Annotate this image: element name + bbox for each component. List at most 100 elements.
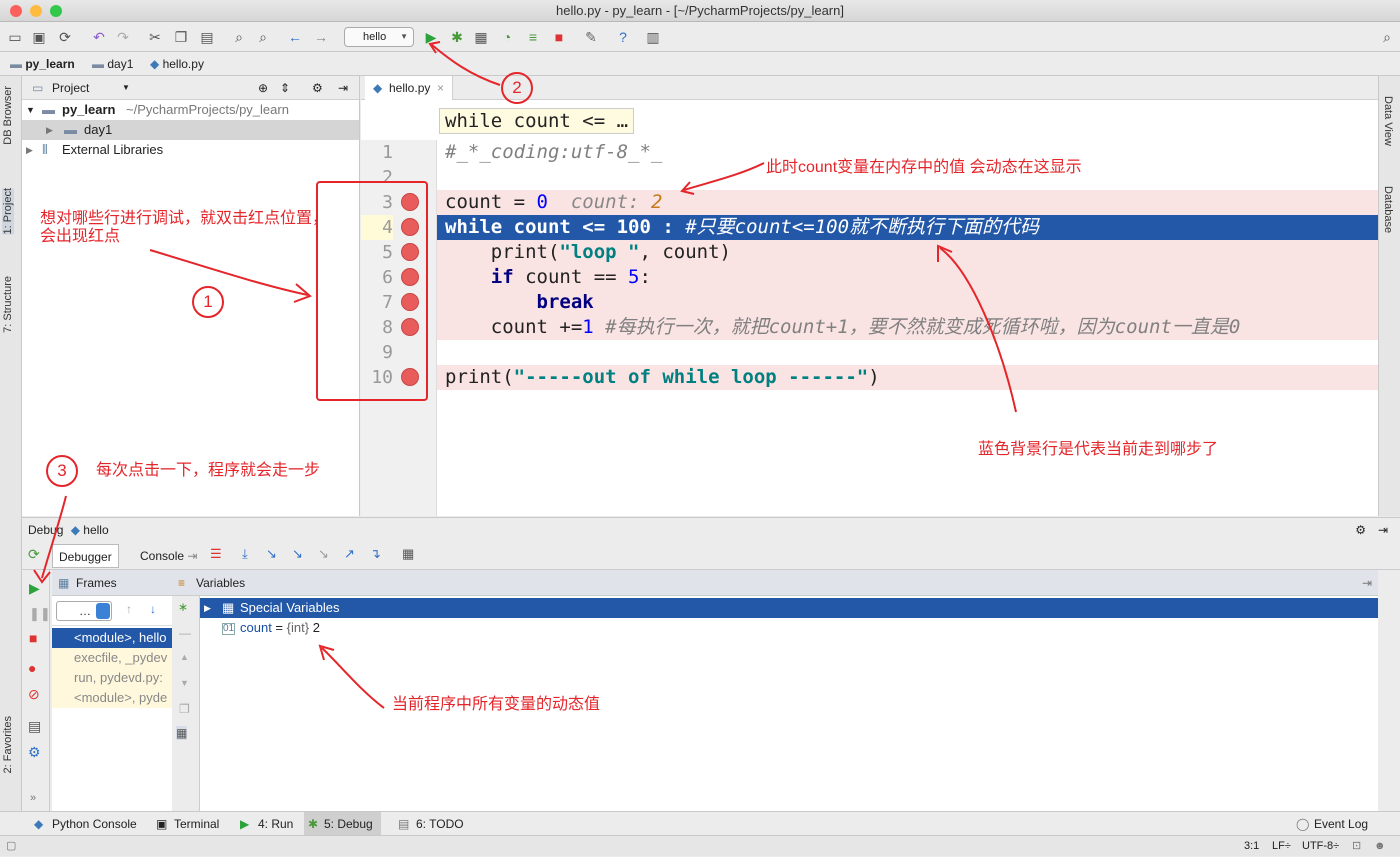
frame-item[interactable]: execfile, _pydev	[52, 648, 172, 668]
back-icon[interactable]: ←	[286, 28, 304, 46]
sync-icon[interactable]: ⟳	[56, 28, 74, 46]
help-icon[interactable]: ?	[614, 28, 632, 46]
tree-item-day1[interactable]: ▶ ▬ day1	[22, 120, 359, 140]
more-icon[interactable]: »	[30, 792, 36, 804]
stop-icon[interactable]: ■	[550, 28, 568, 46]
cut-icon[interactable]: ✂	[146, 28, 164, 46]
mute-breakpoints-icon[interactable]: ⊘	[28, 686, 40, 703]
up-icon[interactable]: ▲	[180, 652, 189, 662]
code-line[interactable]: count = 0 count: 2	[437, 190, 1378, 215]
frame-item[interactable]: run, pydevd.py:	[52, 668, 172, 688]
minimize-window-button[interactable]	[30, 5, 42, 17]
show-values-icon[interactable]: ▦	[176, 726, 188, 740]
todo-button[interactable]: ▤ 6: TODO	[396, 812, 464, 836]
run-icon[interactable]: ▶	[422, 28, 440, 46]
coverage-icon[interactable]: ▦	[472, 28, 490, 46]
debug-tool-button[interactable]: ✱ 5: Debug	[304, 812, 381, 836]
down-arrow-icon[interactable]: ↓	[150, 602, 156, 616]
step-into-my-code-icon[interactable]: ↘	[292, 546, 303, 562]
evaluate-expression-icon[interactable]: ▦	[402, 546, 414, 562]
up-arrow-icon[interactable]: ↑	[126, 602, 132, 616]
save-icon[interactable]: ▣	[30, 28, 48, 46]
breadcrumb-folder[interactable]: ▬ day1	[92, 53, 133, 76]
gear-icon[interactable]: ⚙	[28, 744, 41, 761]
remove-watch-icon[interactable]: —	[179, 626, 191, 640]
close-icon[interactable]: ×	[437, 76, 444, 100]
tab-database[interactable]: Database	[1382, 186, 1394, 233]
copy-icon[interactable]: ❐	[179, 702, 190, 716]
step-out-icon[interactable]: ↗	[344, 546, 355, 562]
sdk-icon[interactable]: ▥	[644, 28, 662, 46]
breadcrumb-project[interactable]: ▬ py_learn	[10, 53, 75, 76]
inspector-icon[interactable]: ☻	[1374, 836, 1386, 857]
find-icon[interactable]: ⌕	[230, 28, 248, 46]
replace-icon[interactable]: ⌕	[254, 28, 272, 46]
open-folder-icon[interactable]: ▭	[6, 28, 24, 46]
pause-icon[interactable]: ❚❚	[29, 606, 51, 622]
force-step-into-icon[interactable]: ↘	[318, 546, 329, 562]
frame-item[interactable]: <module>, pyde	[52, 688, 172, 708]
step-into-icon[interactable]: ↘	[266, 546, 277, 562]
current-execution-line[interactable]: while count <= 100 : #只要count<=100就不断执行下…	[437, 215, 1378, 240]
layout-icon[interactable]: ▤	[28, 718, 41, 735]
search-everywhere-icon[interactable]: ⌕	[1378, 28, 1396, 46]
tab-favorites[interactable]: 2: Favorites	[2, 716, 14, 773]
collapse-icon[interactable]: ⇕	[280, 76, 290, 100]
forward-icon[interactable]: →	[312, 28, 330, 46]
frame-item[interactable]: <module>, hello	[52, 628, 172, 648]
code-line[interactable]: print("loop ", count)	[437, 240, 1378, 265]
tab-project[interactable]: 1: Project	[2, 188, 14, 235]
hide-icon[interactable]: ⇥	[338, 76, 348, 100]
view-breakpoints-icon[interactable]: ●	[28, 660, 36, 676]
hide-icon[interactable]: ⇥	[1378, 518, 1388, 542]
undo-icon[interactable]: ↶	[90, 28, 108, 46]
terminal-button[interactable]: ▣ Terminal	[154, 812, 219, 836]
cursor-position[interactable]: 3:1	[1244, 836, 1259, 857]
paste-icon[interactable]: ▤	[198, 28, 216, 46]
profile-icon[interactable]: ◔	[498, 28, 516, 46]
resume-icon[interactable]: ▶	[29, 580, 40, 597]
concurrency-icon[interactable]: ≡	[524, 28, 542, 46]
tree-item-root[interactable]: ▼ ▬ py_learn ~/PycharmProjects/py_learn	[22, 100, 359, 120]
chevron-down-icon[interactable]: ▼	[122, 76, 130, 100]
code-line[interactable]: if count == 5:	[437, 265, 1378, 290]
zoom-window-button[interactable]	[50, 5, 62, 17]
status-square-icon[interactable]: ▢	[6, 836, 16, 857]
debug-icon[interactable]: ✱	[448, 28, 466, 46]
gear-icon[interactable]: ⚙	[312, 76, 323, 100]
line-separator[interactable]: LF÷	[1272, 836, 1291, 857]
tab-debugger[interactable]: Debugger	[52, 544, 119, 568]
code-line[interactable]: count +=1 #每执行一次，就把count+1，要不然就变成死循环啦，因为…	[437, 315, 1378, 340]
gear-icon[interactable]: ⚙	[1355, 518, 1366, 542]
run-tool-button[interactable]: ▶ 4: Run	[238, 812, 293, 836]
settings-wrench-icon[interactable]: ✎	[582, 28, 600, 46]
tab-hello-py[interactable]: ◆ hello.py ×	[365, 76, 453, 100]
close-window-button[interactable]	[10, 5, 22, 17]
show-execution-point-icon[interactable]: ☰	[210, 546, 222, 562]
stop-icon[interactable]: ■	[29, 630, 37, 646]
run-to-cursor-icon[interactable]: ↴	[370, 546, 381, 562]
code-line[interactable]: break	[437, 290, 1378, 315]
tab-db-browser[interactable]: DB Browser	[2, 86, 14, 145]
run-config-select[interactable]: hello ▼	[344, 27, 414, 47]
tab-console[interactable]: Console ⇥	[120, 544, 203, 568]
encoding[interactable]: UTF-8÷	[1302, 836, 1339, 857]
new-watch-icon[interactable]: ∗	[178, 600, 188, 614]
redo-icon[interactable]: ↷	[114, 28, 132, 46]
breadcrumb-file[interactable]: ◆ hello.py	[150, 53, 204, 76]
lock-icon[interactable]: ⊡	[1352, 836, 1361, 857]
pin-icon[interactable]: ⇥	[1362, 570, 1372, 596]
rerun-icon[interactable]: ⟳	[28, 546, 40, 563]
copy-icon[interactable]: ❐	[172, 28, 190, 46]
step-over-icon[interactable]: ⤓	[242, 546, 248, 562]
down-icon[interactable]: ▼	[180, 678, 189, 688]
tree-item-external-libraries[interactable]: ▶ ⦀ External Libraries	[22, 140, 359, 160]
python-console-button[interactable]: ◆ Python Console	[32, 812, 137, 836]
project-view-select[interactable]: Project	[52, 81, 89, 95]
event-log-button[interactable]: ◯ Event Log	[1294, 812, 1368, 836]
variable-special[interactable]: ▶ ▦ Special Variables	[200, 598, 1378, 618]
code-line[interactable]: print("-----out of while loop ------")	[437, 365, 1378, 390]
tab-data-view[interactable]: Data View	[1382, 96, 1394, 146]
variable-count[interactable]: 01 count = {int} 2	[200, 618, 1378, 638]
target-icon[interactable]: ⊕	[258, 76, 268, 100]
